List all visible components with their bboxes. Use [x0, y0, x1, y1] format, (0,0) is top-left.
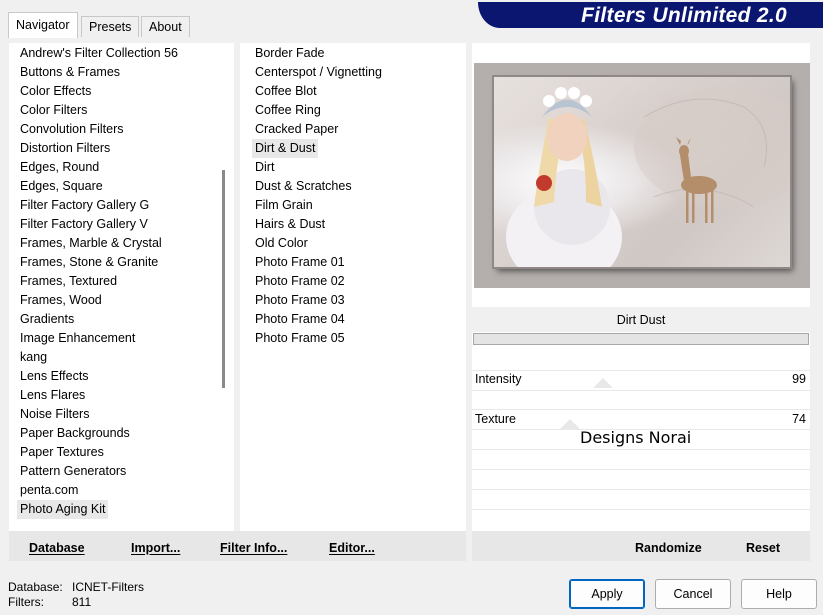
filters-count-label: Filters:: [8, 595, 44, 609]
category-item[interactable]: Edges, Round: [17, 158, 102, 177]
intensity-value: 99: [792, 372, 806, 386]
intensity-label: Intensity: [475, 372, 522, 386]
texture-slider-row[interactable]: Texture 74: [472, 409, 810, 429]
filter-item[interactable]: Border Fade: [252, 44, 327, 63]
preview-picture: [494, 77, 790, 267]
database-status-label: Database:: [8, 580, 63, 594]
category-item[interactable]: Noise Filters: [17, 405, 92, 424]
filter-item[interactable]: Photo Frame 01: [252, 253, 348, 272]
left-button-bar: Database Import... Filter Info... Editor…: [9, 531, 466, 561]
filter-item[interactable]: Coffee Blot: [252, 82, 320, 101]
watermark-text: Designs Norai: [580, 428, 692, 447]
separator: [472, 390, 810, 391]
filter-item[interactable]: Hairs & Dust: [252, 215, 328, 234]
editor-button[interactable]: Editor...: [329, 531, 375, 561]
progress-bar: [473, 333, 809, 345]
category-item[interactable]: Frames, Stone & Granite: [17, 253, 161, 272]
brand-banner: Filters Unlimited 2.0: [478, 2, 823, 28]
category-item[interactable]: Distortion Filters: [17, 139, 113, 158]
filter-item[interactable]: Centerspot / Vignetting: [252, 63, 385, 82]
category-item[interactable]: Color Effects: [17, 82, 94, 101]
filter-info-button[interactable]: Filter Info...: [220, 531, 287, 561]
texture-value: 74: [792, 412, 806, 426]
database-status-value: ICNET-Filters: [72, 580, 144, 594]
database-button[interactable]: Database: [29, 531, 85, 561]
category-list-panel[interactable]: Andrew's Filter Collection 56 Buttons & …: [9, 43, 214, 531]
filter-item[interactable]: Photo Frame 02: [252, 272, 348, 291]
randomize-button[interactable]: Randomize: [635, 531, 702, 561]
filter-item[interactable]: Old Color: [252, 234, 311, 253]
separator: [472, 489, 810, 490]
category-item[interactable]: Frames, Wood: [17, 291, 105, 310]
category-item[interactable]: Lens Flares: [17, 386, 88, 405]
filter-item-selected[interactable]: Dirt & Dust: [252, 139, 319, 158]
apply-button[interactable]: Apply: [569, 579, 645, 609]
tab-navigator[interactable]: Navigator: [8, 12, 78, 38]
intensity-slider-row[interactable]: Intensity 99: [472, 369, 810, 389]
preview-image[interactable]: [474, 63, 810, 288]
import-button[interactable]: Import...: [131, 531, 180, 561]
filter-item[interactable]: Film Grain: [252, 196, 316, 215]
category-item[interactable]: Filter Factory Gallery V: [17, 215, 151, 234]
tab-about[interactable]: About: [141, 16, 190, 37]
filter-name-label: Dirt Dust: [472, 307, 810, 332]
separator: [472, 449, 810, 450]
filter-list-panel[interactable]: Border Fade Centerspot / Vignetting Coff…: [240, 43, 466, 531]
category-item[interactable]: Convolution Filters: [17, 120, 127, 139]
filter-item[interactable]: Dust & Scratches: [252, 177, 355, 196]
separator: [472, 469, 810, 470]
preview-artwork: [506, 87, 790, 267]
category-item[interactable]: kang: [17, 348, 50, 367]
category-item[interactable]: Pattern Generators: [17, 462, 129, 481]
filter-item[interactable]: Coffee Ring: [252, 101, 324, 120]
category-item[interactable]: Filter Factory Gallery G: [17, 196, 152, 215]
cancel-button[interactable]: Cancel: [655, 579, 731, 609]
category-item[interactable]: Andrew's Filter Collection 56: [17, 44, 181, 63]
texture-slider-thumb[interactable]: [560, 419, 580, 429]
filter-item[interactable]: Photo Frame 03: [252, 291, 348, 310]
texture-label: Texture: [475, 412, 516, 426]
filters-count-value: 811: [72, 595, 92, 609]
category-item[interactable]: penta.com: [17, 481, 81, 500]
category-item[interactable]: Paper Backgrounds: [17, 424, 133, 443]
tab-presets[interactable]: Presets: [81, 16, 140, 37]
right-button-bar: Randomize Reset: [472, 531, 810, 561]
intensity-slider-thumb[interactable]: [593, 378, 613, 388]
category-item[interactable]: Edges, Square: [17, 177, 106, 196]
category-item[interactable]: Lens Effects: [17, 367, 92, 386]
scrollbar-thumb[interactable]: [222, 170, 225, 388]
separator: [472, 509, 810, 510]
filter-item[interactable]: Photo Frame 04: [252, 310, 348, 329]
filter-item[interactable]: Photo Frame 05: [252, 329, 348, 348]
category-item[interactable]: Gradients: [17, 310, 77, 329]
help-button[interactable]: Help: [741, 579, 817, 609]
category-item[interactable]: Color Filters: [17, 101, 90, 120]
category-item[interactable]: Paper Textures: [17, 443, 107, 462]
filter-item[interactable]: Cracked Paper: [252, 120, 341, 139]
filter-item[interactable]: Dirt: [252, 158, 277, 177]
category-item[interactable]: Buttons & Frames: [17, 63, 123, 82]
reset-button[interactable]: Reset: [746, 531, 780, 561]
category-item[interactable]: Image Enhancement: [17, 329, 138, 348]
category-item-selected[interactable]: Photo Aging Kit: [17, 500, 109, 519]
category-item[interactable]: Frames, Marble & Crystal: [17, 234, 165, 253]
category-item[interactable]: Frames, Textured: [17, 272, 120, 291]
